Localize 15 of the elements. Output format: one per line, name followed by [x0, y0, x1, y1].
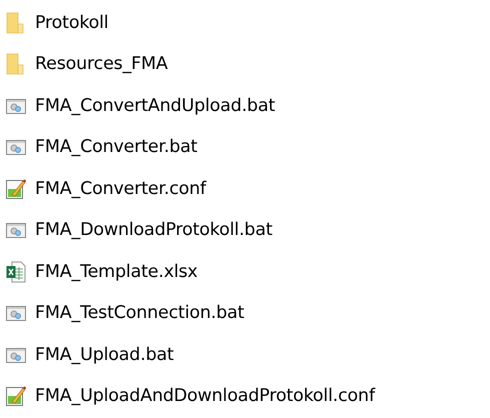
notepad-pencil-icon [6, 178, 26, 200]
folder-icon [6, 12, 26, 34]
file-name[interactable]: FMA_Template.xlsx [35, 262, 198, 282]
file-name[interactable]: FMA_Converter.conf [35, 178, 206, 199]
file-name[interactable]: FMA_Converter.bat [35, 137, 198, 158]
folder-icon [6, 53, 26, 76]
spreadsheet-icon [6, 260, 26, 283]
file-name[interactable]: FMA_UploadAndDownloadProtokoll.conf [35, 386, 375, 406]
file-name[interactable]: Resources_FMA [35, 54, 168, 74]
file-name[interactable]: FMA_Upload.bat [35, 344, 174, 365]
file-name[interactable]: FMA_ConvertAndUpload.bat [35, 96, 276, 116]
file-name[interactable]: FMA_DownloadProtokoll.bat [35, 220, 272, 240]
notepad-pencil-icon [6, 385, 26, 408]
file-name[interactable]: Protokoll [35, 12, 108, 33]
file-name[interactable]: FMA_TestConnection.bat [35, 303, 244, 324]
